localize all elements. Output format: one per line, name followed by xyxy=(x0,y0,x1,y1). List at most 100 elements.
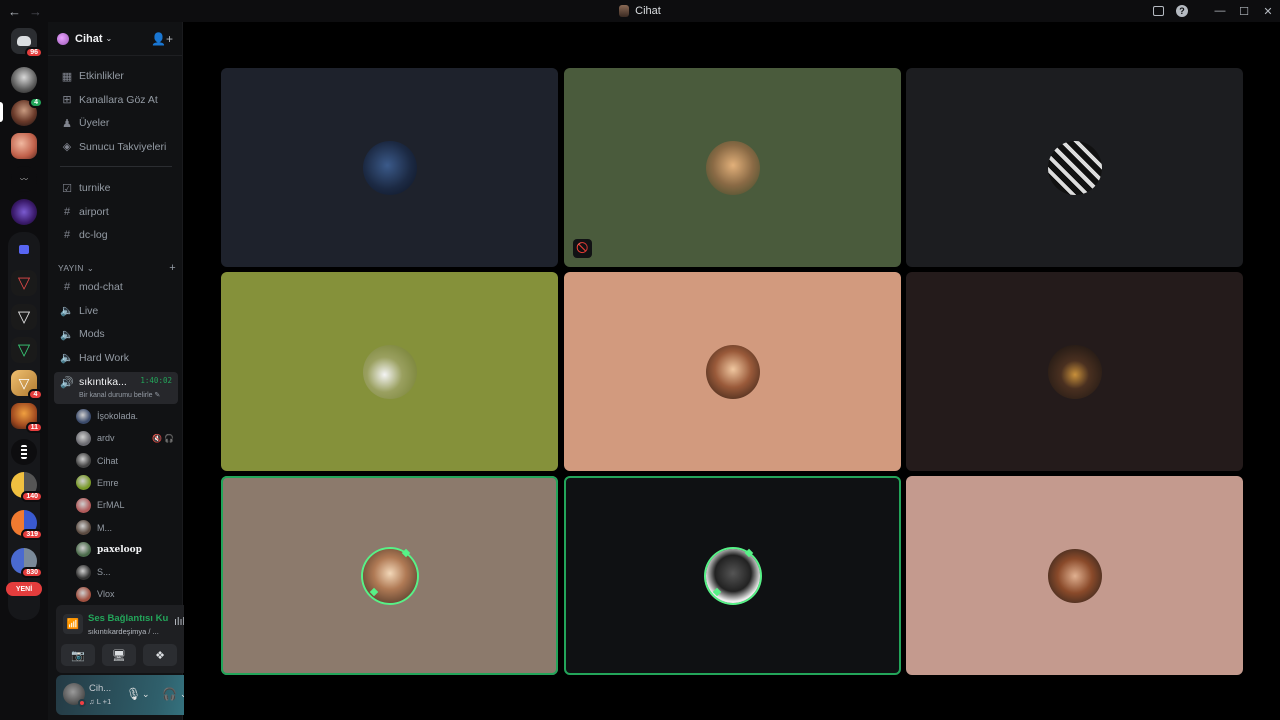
server-group[interactable]: 830 xyxy=(11,548,43,578)
help-button[interactable]: ? xyxy=(1170,0,1194,22)
server-group[interactable]: 319 xyxy=(11,510,43,540)
new-unreads-badge[interactable]: YENİ xyxy=(6,582,42,596)
channel-name: mod-chat xyxy=(79,281,123,293)
participant-avatar xyxy=(705,344,760,399)
channel-yayin-3[interactable]: 🔈 Hard Work xyxy=(54,347,178,369)
hash-icon: # xyxy=(63,229,71,241)
voice-user[interactable]: ErMAL xyxy=(76,495,176,515)
unread-indicator xyxy=(0,102,3,122)
voice-user-name: İşokolada. xyxy=(97,411,139,421)
rules-icon: ☑ xyxy=(62,182,72,195)
participant-tile[interactable] xyxy=(906,476,1243,675)
participant-avatar xyxy=(362,344,417,399)
title-bar: ← → Cihat ? — ☐ ✕ xyxy=(0,0,1280,22)
voice-user[interactable]: S... xyxy=(76,562,176,582)
mention-badge: 830 xyxy=(21,567,43,578)
channel-0[interactable]: ☑ turnike xyxy=(54,177,178,199)
channel-yayin-1[interactable]: 🔈 Live xyxy=(54,300,178,322)
close-button[interactable]: ✕ xyxy=(1256,0,1280,22)
camera-button[interactable]: 📷 xyxy=(61,644,95,666)
server-rail: 96 4 〰 ▽ ▽ ▽ ▽ 4 11 140 319 830 YENİ xyxy=(0,22,48,720)
maximize-button[interactable]: ☐ xyxy=(1232,0,1256,22)
server-icon[interactable] xyxy=(11,199,37,225)
server-icon[interactable]: ▽ xyxy=(11,337,37,363)
username[interactable]: Cih... xyxy=(89,683,111,694)
participant-avatar xyxy=(705,140,760,195)
server-icon[interactable] xyxy=(11,439,37,465)
dnd-status-icon xyxy=(78,699,86,707)
participant-avatar xyxy=(1047,548,1102,603)
voice-badge: 4 xyxy=(29,97,43,108)
guild-header[interactable]: Cihat ⌄ 👤+ xyxy=(48,22,182,56)
nav-item-0[interactable]: ▦ Etkinlikler xyxy=(54,65,178,87)
participant-tile[interactable] xyxy=(564,476,901,675)
voice-user[interactable]: Vlox xyxy=(76,584,176,604)
activities-button[interactable]: ❖ xyxy=(143,644,177,666)
channel-2[interactable]: # dc-log xyxy=(54,224,178,246)
channel-yayin-2[interactable]: 🔈 Mods xyxy=(54,323,178,345)
voice-user[interactable]: paxeloop xyxy=(76,540,176,560)
nav-item-3[interactable]: ◈ Sunucu Takviyeleri xyxy=(54,136,178,158)
voice-user[interactable]: M... xyxy=(76,518,176,538)
server-icon[interactable]: ▽ 4 xyxy=(11,370,43,400)
participant-avatar xyxy=(362,548,417,603)
mention-badge: 140 xyxy=(21,491,43,502)
server-group[interactable]: 140 xyxy=(11,472,43,502)
voice-status-title: Ses Bağlantısı Ku xyxy=(88,613,169,624)
channel-1[interactable]: # airport xyxy=(54,201,178,223)
mention-badge: 11 xyxy=(25,422,43,433)
avatar xyxy=(76,475,91,491)
server-icon[interactable]: 〰 xyxy=(11,166,37,192)
home-button[interactable]: 96 xyxy=(11,28,43,58)
chevron-down-icon[interactable]: ⌄ xyxy=(142,689,150,700)
avatar xyxy=(76,430,91,446)
voice-user[interactable]: Emre xyxy=(76,473,176,493)
invite-people-icon[interactable]: 👤+ xyxy=(151,32,173,46)
minimize-button[interactable]: — xyxy=(1208,0,1232,22)
participant-tile[interactable] xyxy=(221,272,558,471)
voice-user-name: ErMAL xyxy=(97,500,125,511)
folder-icon[interactable] xyxy=(11,236,37,262)
server-icon[interactable]: 11 xyxy=(11,403,43,433)
signal-icon[interactable]: 📶 xyxy=(63,614,83,634)
inbox-button[interactable] xyxy=(1146,0,1170,22)
participant-tile[interactable] xyxy=(221,476,558,675)
server-icon[interactable]: ▽ xyxy=(11,304,37,330)
participant-tile[interactable]: 🚫 xyxy=(564,68,901,267)
category-yayin[interactable]: YAYIN ⌄ + xyxy=(58,262,176,274)
dm-avatar[interactable]: 4 xyxy=(11,97,43,126)
dm-avatar[interactable] xyxy=(11,67,37,93)
voice-user[interactable]: İşokolada. xyxy=(76,406,176,426)
voice-user[interactable]: Cihat xyxy=(76,451,176,471)
nav-item-1[interactable]: ⊞ Kanallara Göz At xyxy=(54,89,178,111)
avatar xyxy=(76,520,91,535)
speaker-icon: 🔊 xyxy=(60,377,74,389)
call-timer: 1:40:02 xyxy=(140,376,172,385)
channel-status[interactable]: Bir kanal durumu belirle ✎ xyxy=(79,391,160,399)
nav-item-2[interactable]: ♟ Üyeler xyxy=(54,112,178,134)
window-title: Cihat xyxy=(0,0,1280,22)
participant-tile[interactable] xyxy=(221,68,558,267)
voice-user-name: Cihat xyxy=(97,455,119,466)
server-icon[interactable] xyxy=(11,133,37,159)
participant-tile[interactable] xyxy=(564,272,901,471)
voice-channel-active[interactable]: 🔊 sıkıntıka... 1:40:02 Bir kanal durumu … xyxy=(54,372,178,404)
chevron-down-icon: ⌄ xyxy=(105,34,113,43)
server-icon[interactable]: ▽ xyxy=(11,270,37,296)
voice-user-name: Vlox xyxy=(97,589,115,600)
boost-icon: ◈ xyxy=(62,141,72,153)
mic-icon[interactable]: 🎙 xyxy=(126,687,141,701)
avatar xyxy=(76,497,91,513)
voice-user[interactable]: ardv 🔇🎧 xyxy=(76,428,176,448)
screen-share-button[interactable]: 🖥 xyxy=(102,644,136,666)
participant-avatar xyxy=(362,140,417,195)
headset-icon[interactable]: 🎧 xyxy=(162,687,177,701)
participant-tile[interactable] xyxy=(906,68,1243,267)
participant-tile[interactable] xyxy=(906,272,1243,471)
category-label: YAYIN xyxy=(58,263,84,273)
channel-yayin-0[interactable]: # mod-chat xyxy=(54,276,178,298)
voice-user-name: M... xyxy=(97,522,112,533)
divider xyxy=(60,166,172,167)
voice-channel-path[interactable]: sıkıntıkardeşimya / ... xyxy=(88,627,159,636)
create-channel-icon[interactable]: + xyxy=(169,262,176,274)
